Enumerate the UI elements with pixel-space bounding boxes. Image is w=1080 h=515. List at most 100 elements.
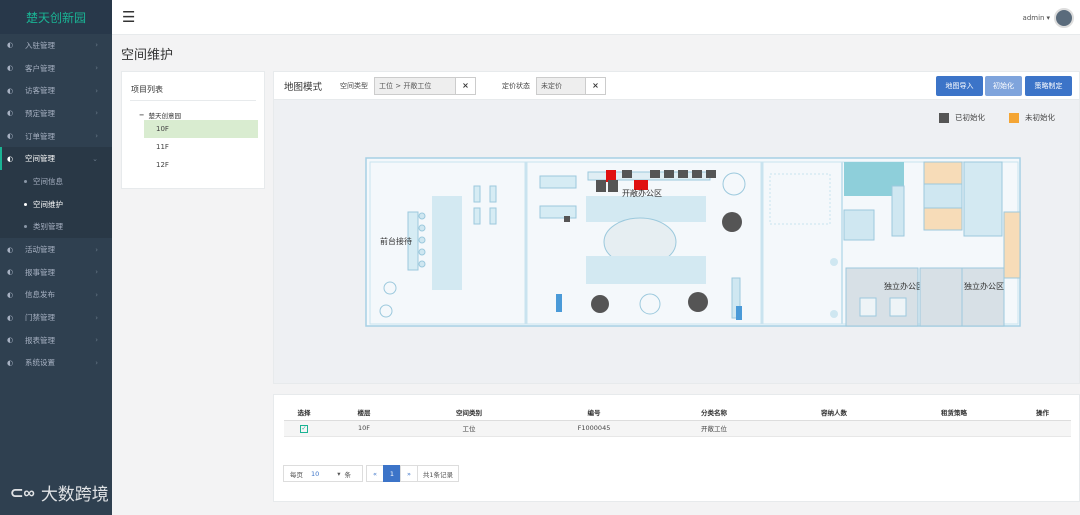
next-page-button[interactable]: »	[400, 465, 418, 482]
floor-item-10f[interactable]: 10F	[144, 120, 258, 138]
sidebar-item[interactable]: ◐ 客户管理 ›	[0, 57, 112, 80]
chevron-right-icon: ›	[95, 268, 98, 277]
table-row[interactable]: ✓ 10F 工位 F1000045 开敞工位	[284, 420, 1071, 437]
watermark: ⊂∞ 大数跨境	[10, 480, 109, 505]
sidebar-item[interactable]: ◐ 入驻管理 ›	[0, 34, 112, 57]
sidebar-item[interactable]: ◐ 预定管理 ›	[0, 102, 112, 125]
col-category: 空间类别	[404, 405, 534, 421]
col-floor: 楼层	[324, 405, 404, 421]
chevron-right-icon: ›	[95, 245, 98, 254]
sidebar-subitem[interactable]: 空间维护	[0, 193, 112, 216]
gear-icon: ◐	[7, 132, 14, 141]
page-1-button[interactable]: 1	[383, 465, 401, 482]
legend-swatch-uninited	[1009, 112, 1019, 123]
collapse-icon[interactable]: −	[139, 111, 144, 119]
sidebar-item-label: 入驻管理	[25, 40, 55, 50]
caret-down-icon: ▾	[1046, 14, 1050, 22]
sidebar-item-label: 客户管理	[25, 63, 55, 73]
gear-icon: ◐	[7, 245, 14, 254]
chevron-right-icon: ›	[95, 132, 98, 141]
prev-page-button[interactable]: «	[366, 465, 384, 482]
user-menu[interactable]: admin ▾	[1023, 8, 1074, 28]
tree-root-label: 楚天创意园	[148, 112, 181, 120]
sidebar-item[interactable]: ◐ 活动管理 ›	[0, 238, 112, 261]
floor-item-12f[interactable]: 12F	[122, 156, 258, 174]
gear-icon: ◐	[7, 358, 14, 367]
app-logo[interactable]: 楚天创新园	[0, 0, 112, 34]
floor-label: 10F	[156, 125, 169, 133]
map-import-button[interactable]: 地图导入	[936, 76, 983, 96]
col-strategy: 租赁策略	[894, 405, 1014, 421]
sidebar-subitem-label: 空间维护	[33, 199, 63, 209]
tree-root[interactable]: − 楚天创意园	[139, 110, 264, 120]
private-office-2[interactable]: 独立办公区	[961, 267, 1005, 327]
gear-icon: ◐	[7, 290, 14, 299]
clear-space-type-icon[interactable]: ×	[456, 76, 477, 95]
chevron-right-icon: ›	[95, 358, 98, 367]
initialize-button[interactable]: 初始化	[985, 76, 1022, 96]
sidebar-item-label: 门禁管理	[25, 313, 55, 323]
cell-category: 工位	[404, 420, 534, 437]
pagination: 每页 10 ▾ 条 « 1 » 共1条记录	[283, 465, 459, 482]
sidebar-item-label: 报表管理	[25, 335, 55, 345]
table-header-row: 选择 楼层 空间类别 编号 分类名称 容纳人数 租赁策略 操作	[284, 405, 1071, 421]
legend-uninited-label: 未初始化	[1025, 113, 1055, 122]
caret-down-icon: ▾	[337, 469, 341, 478]
sidebar-item-label: 系统设置	[25, 358, 55, 368]
private-office-1[interactable]: 独立办公区	[845, 267, 924, 327]
chevron-down-icon: ⌄	[92, 154, 98, 163]
floor-item-11f[interactable]: 11F	[122, 138, 258, 156]
floor-label: 12F	[156, 161, 169, 169]
sidebar-item[interactable]: ◐ 系统设置 ›	[0, 352, 112, 375]
space-type-select[interactable]: 工位 > 开敞工位	[374, 76, 457, 95]
col-type-name: 分类名称	[654, 405, 774, 421]
sidebar-item-label: 信息发布	[25, 290, 55, 300]
sidebar-nav: ◐ 入驻管理 › ◐ 客户管理 › ◐ 访客管理 › ◐ 预定管理 › ◐ 订单管理 › ◐ 空间管理 ⌄ 空间信息…	[0, 34, 112, 374]
sidebar-item[interactable]: ◐ 门禁管理 ›	[0, 306, 112, 329]
per-page-select[interactable]: 每页 10 ▾ 条	[283, 465, 363, 482]
sidebar-subitem-label: 空间信息	[33, 176, 63, 186]
floor-plan[interactable]: 前台接待 开敞办公区 独立办公区 独立办公区	[364, 156, 1024, 328]
legend-inited: 已初始化	[939, 112, 985, 123]
gear-icon: ◐	[7, 64, 14, 73]
cell-capacity	[774, 420, 894, 437]
sidebar-item[interactable]: ◐ 访客管理 ›	[0, 79, 112, 102]
gear-icon: ◐	[7, 109, 14, 118]
menu-toggle-icon[interactable]: ☰	[122, 8, 135, 26]
bullet-icon	[24, 202, 27, 206]
sidebar-subitem-label: 类别管理	[33, 222, 63, 232]
chevron-right-icon: ›	[95, 336, 98, 345]
row-select-cell[interactable]: ✓	[284, 420, 324, 437]
sidebar-item[interactable]: ◐ 报表管理 ›	[0, 329, 112, 352]
map-panel: 地图模式 空间类型 工位 > 开敞工位 × 定价状态 未定价 × 地图导入 初始…	[273, 71, 1080, 384]
sidebar-item[interactable]: ◐ 信息发布 ›	[0, 284, 112, 307]
sidebar-subitem[interactable]: 空间信息	[0, 170, 112, 193]
sidebar-subitem[interactable]: 类别管理	[0, 216, 112, 239]
project-list-panel: 项目列表 − 楚天创意园 10F 11F 12F	[121, 71, 265, 189]
open-office-label: 开敞办公区	[622, 188, 662, 198]
sidebar-submenu: 空间信息空间维护类别管理	[0, 170, 112, 239]
price-status-select[interactable]: 未定价	[536, 76, 587, 95]
cell-strategy	[894, 420, 1014, 437]
avatar[interactable]	[1054, 8, 1074, 28]
private-office-2-label: 独立办公区	[964, 281, 1004, 291]
clear-price-status-icon[interactable]: ×	[586, 76, 607, 95]
chevron-right-icon: ›	[95, 313, 98, 322]
col-capacity: 容纳人数	[774, 405, 894, 421]
map-title: 地图模式	[284, 81, 323, 93]
cell-type-name: 开敞工位	[654, 420, 774, 437]
top-bar: ☰ admin ▾	[112, 0, 1080, 35]
per-page-unit: 条	[344, 470, 352, 479]
row-checkbox[interactable]: ✓	[300, 424, 308, 433]
cell-code: F1000045	[534, 420, 654, 437]
private-office-1-label: 独立办公区	[884, 281, 924, 291]
sidebar-item-label: 空间管理	[25, 154, 55, 164]
sidebar: 楚天创新园 ◐ 入驻管理 › ◐ 客户管理 › ◐ 访客管理 › ◐ 预定管理 › ◐ 订单管理 › ◐ 空间管…	[0, 0, 112, 515]
sidebar-item[interactable]: ◐ 空间管理 ⌄	[0, 147, 112, 171]
strategy-button[interactable]: 策略制定	[1025, 76, 1072, 96]
sidebar-item[interactable]: ◐ 报事管理 ›	[0, 261, 112, 284]
username: admin	[1022, 14, 1045, 22]
gear-icon: ◐	[7, 86, 14, 95]
sidebar-item-label: 报事管理	[25, 267, 55, 277]
sidebar-item[interactable]: ◐ 订单管理 ›	[0, 125, 112, 148]
